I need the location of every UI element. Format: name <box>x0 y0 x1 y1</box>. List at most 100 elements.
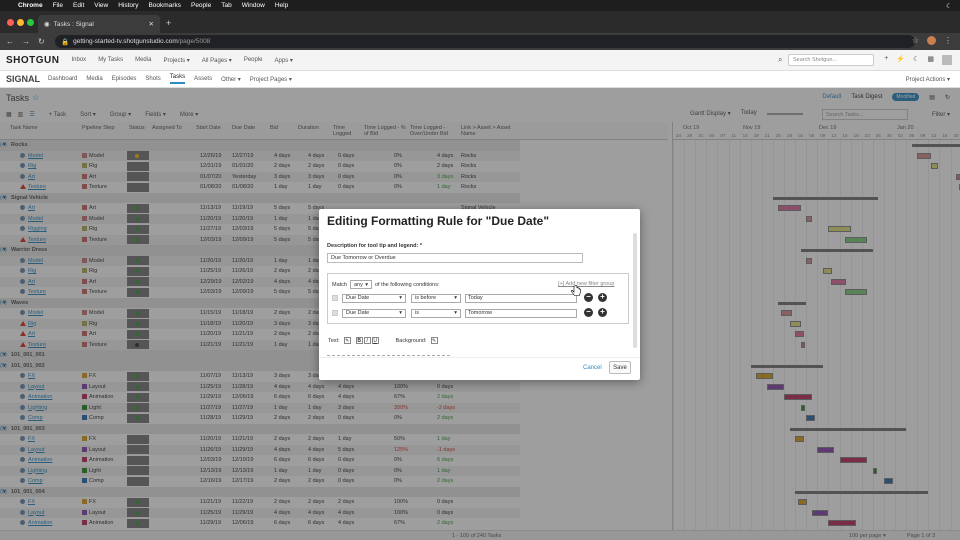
project-nav: SIGNAL Dashboard Media Episodes Shots Ta… <box>0 71 960 88</box>
dialog-scrollbar[interactable] <box>633 233 637 348</box>
add-filter-group-link[interactable]: [+] Add new filter group <box>558 281 614 287</box>
minimize-window-icon[interactable] <box>17 19 24 26</box>
proj-tab-media[interactable]: Media <box>86 76 102 82</box>
lightning-icon[interactable]: ⚡ <box>896 55 905 65</box>
bold-button[interactable]: B <box>355 337 363 344</box>
text-color-picker[interactable]: ✎ <box>343 337 351 344</box>
browser-tab[interactable]: ◉ Tasks : Signal ✕ <box>38 15 160 33</box>
save-button[interactable]: Save <box>609 361 631 374</box>
nav-inbox[interactable]: Inbox <box>72 57 87 63</box>
menu-file[interactable]: File <box>53 2 63 9</box>
condition-operator-select[interactable]: is ▾ <box>411 308 461 318</box>
close-window-icon[interactable] <box>7 19 14 26</box>
description-input[interactable]: Due Tomorrow or Overdue <box>327 253 583 263</box>
menu-history[interactable]: History <box>118 2 138 9</box>
remove-condition-icon[interactable]: − <box>584 293 593 302</box>
dialog-title: Editing Formatting Rule for "Due Date" <box>327 214 550 228</box>
project-title[interactable]: SIGNAL <box>6 74 40 84</box>
proj-tab-other[interactable]: Other ▾ <box>221 76 241 83</box>
chevron-down-icon: ▾ <box>454 310 457 316</box>
description-label: Description for tool tip and legend: * <box>327 243 423 249</box>
browser-menu-icon[interactable]: ⋮ <box>944 36 952 45</box>
night-mode-icon[interactable]: ☾ <box>913 55 919 65</box>
browser-tab-strip: ◉ Tasks : Signal ✕ + <box>0 11 960 33</box>
italic-button[interactable]: I <box>363 337 371 344</box>
global-search-input[interactable]: Search Shotgun... <box>788 54 874 66</box>
condition-value-input[interactable]: Tomorrow <box>465 308 577 318</box>
condition-operator-select[interactable]: is before ▾ <box>411 293 461 303</box>
condition-checkbox[interactable] <box>332 310 338 316</box>
proj-tab-dashboard[interactable]: Dashboard <box>48 76 77 82</box>
shotgun-logo[interactable]: SHOTGUN <box>6 55 60 66</box>
condition-operator: is <box>415 310 419 316</box>
condition-field-select[interactable]: Due Date ▾ <box>342 308 406 318</box>
add-condition-icon[interactable]: + <box>598 293 607 302</box>
global-search-icon[interactable]: ⌕ <box>778 55 782 65</box>
nav-apps[interactable]: Apps ▾ <box>275 57 293 64</box>
menu-help[interactable]: Help <box>275 2 288 9</box>
back-icon[interactable]: ← <box>6 37 14 46</box>
new-tab-icon[interactable]: + <box>166 18 171 28</box>
condition-row: Due Date ▾ is before ▾ Today − + <box>332 293 628 303</box>
add-icon[interactable]: + <box>884 55 888 65</box>
menu-bookmarks[interactable]: Bookmarks <box>148 2 181 9</box>
grid-icon[interactable]: ▦ <box>927 55 934 65</box>
menu-people[interactable]: People <box>191 2 211 9</box>
bookmark-star-icon[interactable]: ☆ <box>912 36 919 45</box>
match-row: Match any ▾ of the following conditions: <box>332 280 440 289</box>
condition-field: Due Date <box>346 295 370 301</box>
macos-menubar: Chrome File Edit View History Bookmarks … <box>0 0 960 11</box>
menu-view[interactable]: View <box>94 2 108 9</box>
forward-icon[interactable]: → <box>22 37 30 46</box>
add-condition-icon[interactable]: + <box>598 308 607 317</box>
chevron-down-icon: ▾ <box>365 281 368 288</box>
chevron-down-icon: ▾ <box>399 310 402 316</box>
chevron-down-icon: ▾ <box>399 295 402 301</box>
underline-button[interactable]: U <box>371 337 379 344</box>
nav-people[interactable]: People <box>244 57 263 63</box>
proj-tab-episodes[interactable]: Episodes <box>112 76 137 82</box>
project-actions-menu[interactable]: Project Actions ▾ <box>906 76 950 83</box>
tab-close-icon[interactable]: ✕ <box>149 20 154 28</box>
address-bar[interactable]: 🔒 getting-started-tv.shotgunstudio.com/p… <box>55 35 915 48</box>
match-value: any <box>353 281 363 288</box>
url-path: /page/5008 <box>177 38 211 45</box>
menu-tab[interactable]: Tab <box>221 2 231 9</box>
proj-tab-project-pages[interactable]: Project Pages ▾ <box>250 76 292 83</box>
match-prefix: Match <box>332 281 347 288</box>
menu-edit[interactable]: Edit <box>73 2 84 9</box>
nav-media[interactable]: Media <box>135 57 151 63</box>
preview-divider <box>327 355 450 356</box>
background-color-picker[interactable]: ✎ <box>430 337 438 344</box>
nav-my-tasks[interactable]: My Tasks <box>98 57 123 63</box>
nav-all-pages[interactable]: All Pages ▾ <box>202 57 232 64</box>
proj-tab-tasks[interactable]: Tasks <box>169 74 186 84</box>
condition-field: Due Date <box>346 310 370 316</box>
profile-avatar[interactable] <box>927 36 936 45</box>
favicon-icon: ◉ <box>44 21 50 28</box>
proj-tab-shots[interactable]: Shots <box>145 76 160 82</box>
condition-value-input[interactable]: Today <box>465 293 577 303</box>
chevron-down-icon: ▾ <box>454 295 457 301</box>
match-select[interactable]: any ▾ <box>349 280 372 289</box>
formatting-rule-dialog: Editing Formatting Rule for "Due Date" D… <box>319 209 640 380</box>
condition-row: Due Date ▾ is ▾ Tomorrow − + <box>332 308 628 318</box>
lock-icon: 🔒 <box>61 38 70 46</box>
nav-projects[interactable]: Projects ▾ <box>163 57 189 64</box>
remove-condition-icon[interactable]: − <box>584 308 593 317</box>
reload-icon[interactable]: ↻ <box>38 37 45 46</box>
conditions-box: Match any ▾ of the following conditions:… <box>327 273 629 324</box>
url-host: getting-started-tv.shotgunstudio.com <box>73 38 178 45</box>
menu-window[interactable]: Window <box>242 2 265 9</box>
dialog-footer: Cancel Save <box>319 357 640 380</box>
text-label: Text: <box>328 337 340 344</box>
format-row: Text: ✎ B I U Background: ✎ <box>328 337 439 344</box>
proj-tab-assets[interactable]: Assets <box>194 76 212 82</box>
menu-app-name[interactable]: Chrome <box>18 2 43 9</box>
user-avatar[interactable] <box>942 55 952 65</box>
condition-checkbox[interactable] <box>332 295 338 301</box>
moon-icon[interactable]: ☾ <box>946 2 952 10</box>
maximize-window-icon[interactable] <box>27 19 34 26</box>
cancel-button[interactable]: Cancel <box>583 365 602 371</box>
condition-field-select[interactable]: Due Date ▾ <box>342 293 406 303</box>
